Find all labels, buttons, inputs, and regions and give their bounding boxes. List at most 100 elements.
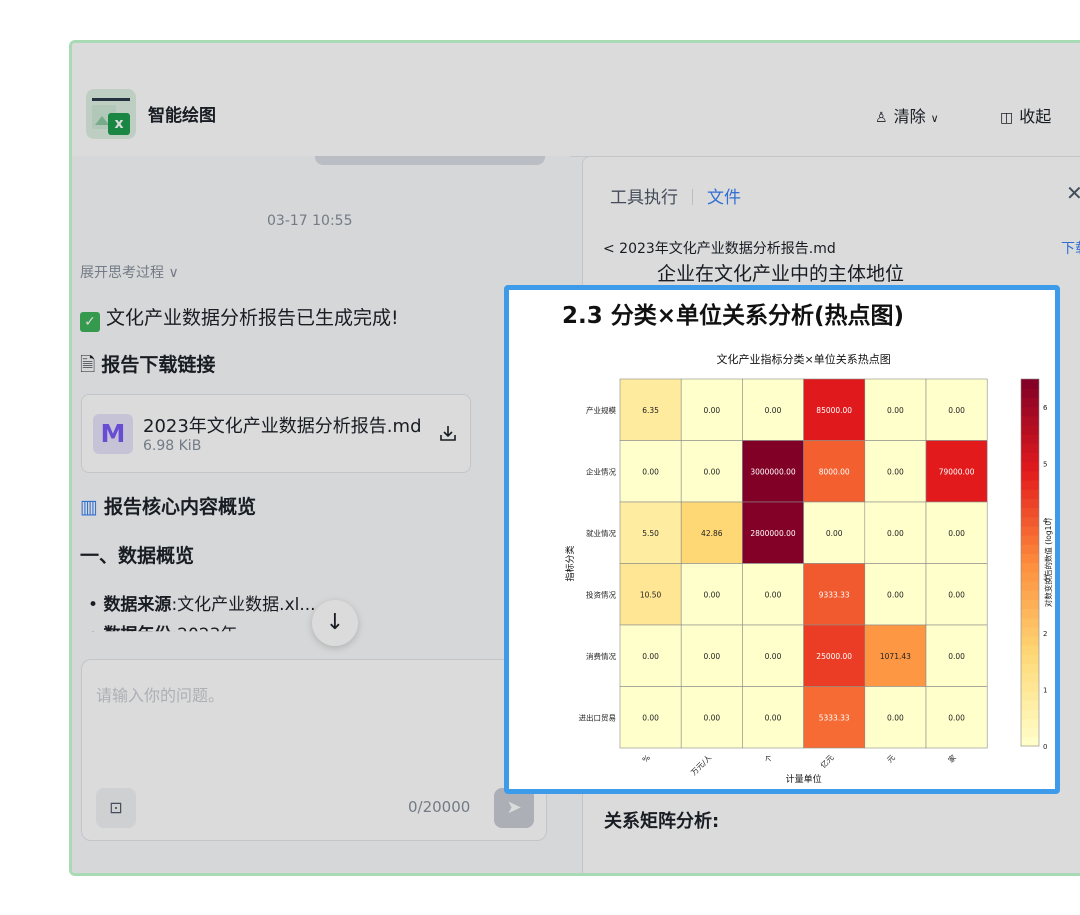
cell-value-label: 0.00: [948, 529, 965, 538]
broom-icon: ♙: [875, 110, 888, 126]
colorbar-segment: [1021, 544, 1039, 554]
done-message-text: 文化产业数据分析报告已生成完成!: [106, 307, 399, 329]
x-axis-label: 计量单位: [786, 773, 822, 785]
colorbar-segment: [1021, 617, 1039, 628]
bullet-value: :2023年: [171, 625, 238, 645]
colorbar-segment: [1021, 415, 1039, 426]
app-header: x 智能绘图 ♙ 清除 ∨ ◫ 收起: [72, 43, 1080, 157]
colorbar-segment: [1021, 388, 1039, 398]
colorbar-segment: [1021, 663, 1039, 674]
cell-value-label: 9333.33: [819, 590, 850, 599]
colorbar-segment: [1021, 635, 1039, 646]
colorbar-tick-label: 2: [1043, 630, 1047, 638]
y-tick-label: 产业规模: [586, 405, 616, 415]
cell-value-label: 0.00: [642, 467, 659, 476]
bullet-key: 数据年份: [103, 625, 172, 645]
file-name: 2023年文化产业数据分析报告.md: [143, 416, 422, 437]
file-size: 6.98 KiB: [143, 438, 202, 454]
cell-value-label: 1071.43: [880, 652, 911, 661]
file-breadcrumb[interactable]: < 2023年文化产业数据分析报告.md: [603, 238, 836, 258]
colorbar-segment: [1021, 654, 1039, 665]
chat-input-placeholder: 请输入你的问题。: [96, 686, 225, 705]
clear-button[interactable]: ♙ 清除 ∨: [875, 103, 939, 127]
colorbar-segment: [1021, 525, 1039, 536]
send-icon: ➤: [506, 797, 522, 818]
colorbar-segment: [1021, 534, 1039, 545]
message-timestamp: 03-17 10:55: [267, 213, 353, 229]
image-preview-popup[interactable]: 2.3 分类×单位关系分析(热点图) 文化产业指标分类×单位关系热点图 6.35 0…: [504, 285, 1060, 794]
panel-tabs: 工具执行 文件: [610, 183, 741, 208]
cell-value-label: 85000.00: [816, 406, 852, 415]
bullet-key: 数据来源: [103, 595, 172, 615]
list-item: • 数据来源:文化产业数据.xl...: [88, 595, 316, 615]
chat-input-box[interactable]: 请输入你的问题。 ⊡ 0/20000 ➤: [81, 659, 547, 841]
cell-value-label: 0.00: [887, 467, 904, 476]
folder-icon: ⊡: [109, 798, 123, 817]
colorbar-segment: [1021, 507, 1039, 518]
colorbar-segment: [1021, 571, 1039, 582]
close-icon[interactable]: ✕: [1066, 181, 1080, 205]
colorbar-segment: [1021, 452, 1039, 463]
colorbar-segment: [1021, 470, 1039, 481]
y-tick-label: 企业情况: [586, 466, 616, 476]
download-link[interactable]: 下载: [1061, 238, 1080, 258]
colorbar-segment: [1021, 645, 1039, 655]
scroll-to-bottom-button[interactable]: ↓: [312, 600, 358, 646]
colorbar-tick-label: 0: [1043, 743, 1047, 751]
download-heading: 🗎 报告下载链接: [80, 350, 215, 383]
y-tick-label: 消费情况: [586, 651, 616, 661]
cell-value-label: 0.00: [887, 406, 904, 415]
cell-value-label: 2800000.00: [750, 529, 796, 538]
cell-value-label: 0.00: [948, 652, 965, 661]
cell-value-label: 0.00: [765, 406, 782, 415]
cell-value-label: 0.00: [887, 590, 904, 599]
x-tick-label: 万元/人: [689, 753, 713, 777]
heatmap-chart: 文化产业指标分类×单位关系热点图 6.35 0.00 0.00 85000.00 0.00…: [564, 352, 1053, 785]
character-counter: 0/20000: [408, 798, 471, 816]
colorbar-segment: [1021, 406, 1039, 417]
cell-value-label: 0.00: [948, 713, 965, 722]
expand-thinking-toggle[interactable]: 展开思考过程 ∨: [80, 262, 179, 282]
tab-tool-execution[interactable]: 工具执行: [610, 188, 678, 208]
y-tick-label: 就业情况: [586, 528, 616, 538]
colorbar-segment: [1021, 709, 1039, 720]
x-tick-label: 亿元: [818, 752, 836, 770]
cell-value-label: 0.00: [703, 406, 720, 415]
colorbar-segment: [1021, 516, 1039, 527]
app-logo-icon: x: [86, 89, 136, 139]
document-icon: 🗎: [80, 354, 102, 376]
colorbar-tick-label: 1: [1043, 687, 1047, 695]
attach-file-button[interactable]: ⊡: [96, 788, 136, 828]
colorbar-segment: [1021, 690, 1039, 701]
colorbar-segment: [1021, 461, 1039, 472]
cell-value-label: 0.00: [703, 652, 720, 661]
cell-value-label: 6.35: [642, 406, 659, 415]
cell-value-label: 79000.00: [939, 467, 975, 476]
y-tick-label: 投资情况: [586, 589, 616, 599]
tab-file[interactable]: 文件: [707, 188, 741, 208]
colorbar-segment: [1021, 727, 1039, 738]
colorbar-tick-label: 6: [1043, 404, 1048, 412]
file-attachment-card[interactable]: M 2023年文化产业数据分析报告.md 6.98 KiB: [81, 394, 471, 473]
x-tick-label: 个: [763, 753, 775, 765]
chart-title: 文化产业指标分类×单位关系热点图: [716, 352, 890, 366]
arrow-down-icon: ↓: [325, 610, 345, 635]
colorbar-segment: [1021, 700, 1039, 710]
colorbar-segment: [1021, 553, 1039, 564]
cell-value-label: 3000000.00: [750, 467, 796, 476]
chevron-down-icon: ∨: [930, 112, 939, 125]
colorbar-segment: [1021, 681, 1039, 692]
send-button[interactable]: ➤: [494, 788, 534, 828]
checkmark-icon: ✓: [80, 312, 100, 332]
cell-value-label: 5.50: [642, 529, 659, 538]
colorbar-segment: [1021, 424, 1039, 435]
collapse-button[interactable]: ◫ 收起: [1000, 103, 1051, 127]
cell-value-label: 0.00: [948, 406, 965, 415]
colorbar-segment: [1021, 718, 1039, 729]
colorbar-segment: [1021, 672, 1039, 683]
colorbar-tick-label: 5: [1043, 461, 1047, 469]
download-icon[interactable]: [438, 423, 458, 443]
cell-value-label: 42.86: [701, 529, 723, 538]
x-tick-label: %: [641, 753, 652, 764]
colorbar-segment: [1021, 397, 1039, 408]
